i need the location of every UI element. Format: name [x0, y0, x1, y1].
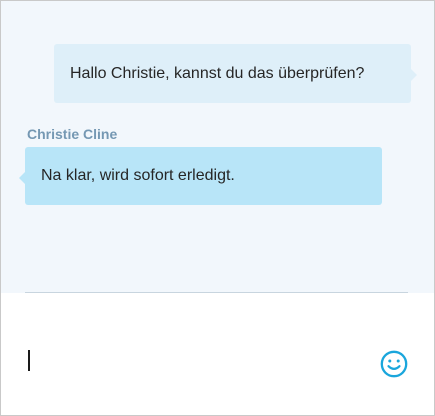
incoming-message-bubble: Na klar, wird sofort erledigt.: [19, 147, 382, 205]
outgoing-message-text: Hallo Christie, kannst du das überprüfen…: [70, 65, 365, 82]
sender-name: Christie Cline: [27, 126, 118, 142]
incoming-message-text: Na klar, wird sofort erledigt.: [41, 167, 235, 184]
outgoing-message-bubble: Hallo Christie, kannst du das überprüfen…: [54, 44, 417, 103]
compose-area: [1, 293, 434, 415]
chat-window: Hallo Christie, kannst du das überprüfen…: [0, 0, 435, 416]
smiley-face-icon: [379, 349, 409, 379]
emoji-button[interactable]: [379, 349, 409, 379]
message-input[interactable]: [25, 337, 355, 381]
text-cursor: [28, 350, 30, 371]
conversation-pane: Hallo Christie, kannst du das überprüfen…: [1, 1, 434, 293]
